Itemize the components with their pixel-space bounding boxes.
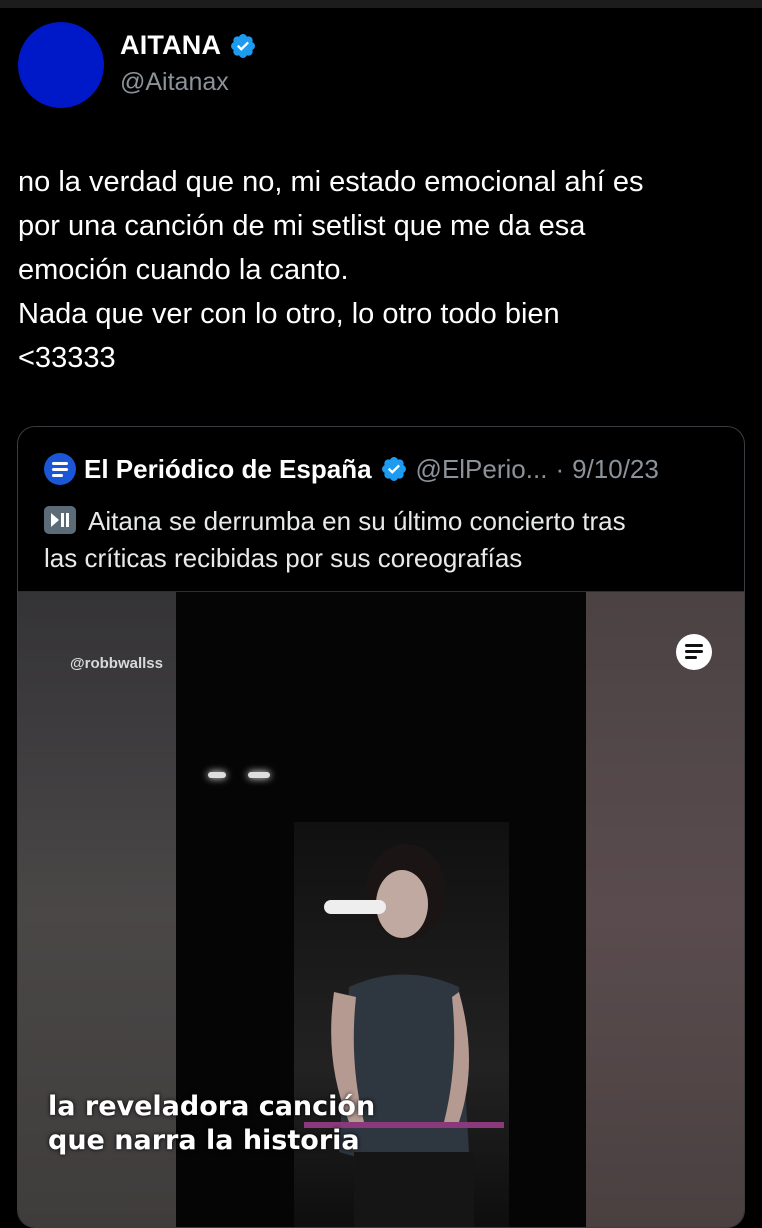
subtitle-line: la reveladora canción [48, 1091, 376, 1122]
author-display-name[interactable]: AITANA [120, 30, 221, 61]
avatar[interactable] [18, 22, 104, 108]
verified-badge-icon [231, 33, 256, 58]
el-periodico-logo-icon [676, 634, 712, 670]
tweet-text-line: por una canción de mi setlist que me da … [18, 210, 586, 242]
video-watermark: @robbwallss [70, 655, 163, 672]
stage-light [208, 772, 226, 778]
top-divider-bar [0, 0, 762, 8]
separator-dot: · [555, 453, 565, 484]
tweet-text-line: no la verdad que no, mi estado emocional… [18, 166, 644, 198]
quoted-tweet-text: Aitana se derrumba en su último conciert… [44, 503, 724, 577]
el-periodico-logo-icon[interactable] [44, 453, 76, 485]
quoted-author-name[interactable]: El Periódico de España [84, 454, 372, 485]
quoted-text-line: Aitana se derrumba en su último conciert… [44, 503, 724, 540]
author-handle[interactable]: @Aitanax [120, 68, 229, 97]
author-name-row: AITANA [120, 30, 257, 61]
blurred-background-right [586, 592, 744, 1227]
tweet-text-line: emoción cuando la canto. [18, 254, 349, 286]
video-subtitle: la reveladora canción que narra la histo… [48, 1090, 375, 1158]
quoted-text-line-2: las críticas recibidas por sus coreograf… [44, 543, 523, 573]
quoted-author-handle[interactable]: @ElPerio... [416, 454, 548, 485]
tweet-text-line: <33333 [18, 342, 116, 374]
play-pause-icon [44, 506, 76, 534]
performer-silhouette [304, 844, 504, 1227]
quoted-tweet-header: El Periódico de España @ElPerio... · 9/1… [44, 453, 659, 485]
quoted-tweet-date[interactable]: 9/10/23 [572, 454, 659, 485]
verified-badge-icon [381, 457, 406, 481]
quoted-tweet-card[interactable]: El Periódico de España @ElPerio... · 9/1… [17, 426, 745, 1228]
tweet-text: no la verdad que no, mi estado emocional… [18, 160, 743, 380]
video-thumbnail[interactable]: @robbwallss la reveladora canción que na… [18, 591, 744, 1227]
tweet-text-line: Nada que ver con lo otro, lo otro todo b… [18, 298, 560, 330]
stage-screen [294, 822, 509, 1227]
subtitle-line: que narra la historia [48, 1125, 360, 1156]
quoted-text-line-1: Aitana se derrumba en su último conciert… [88, 506, 626, 536]
stage-light [248, 772, 270, 778]
